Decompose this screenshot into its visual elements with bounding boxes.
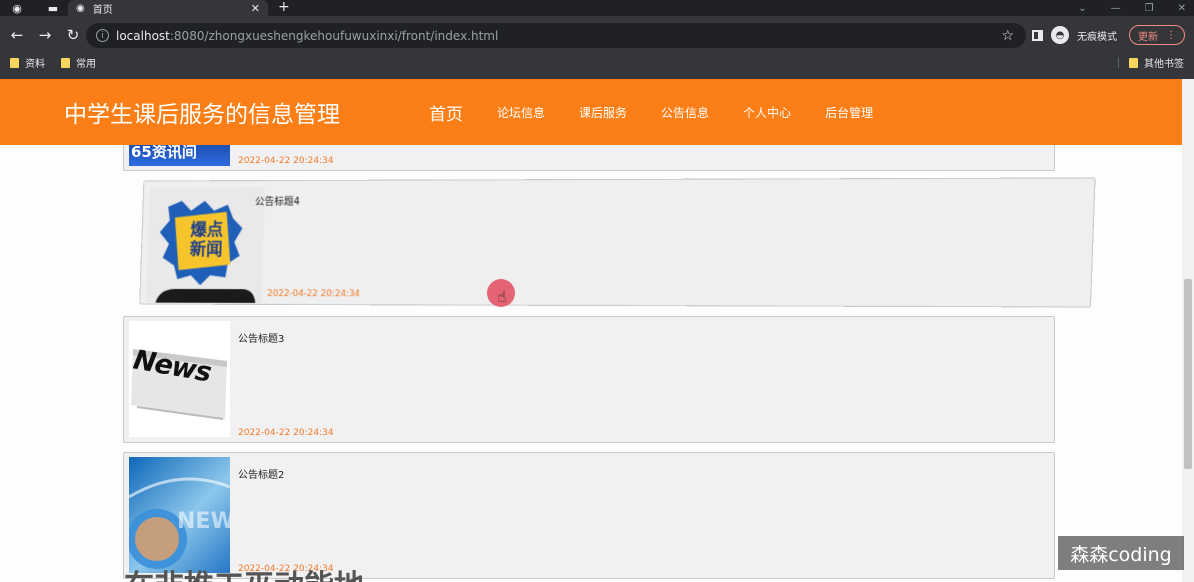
site-header: 中学生课后服务的信息管理 首页 论坛信息 课后服务 公告信息 个人中心 后台管理 (0, 79, 1182, 145)
notice-thumbnail: 爆点新闻 (145, 186, 266, 303)
notice-card[interactable]: NEW 公告标题2 2022-04-22 20:24:34 (123, 452, 1055, 579)
tab-title: 首页 (92, 4, 113, 16)
other-bookmarks[interactable]: 其他书签 (1129, 54, 1184, 71)
thumb-text: 爆点新闻 (189, 220, 224, 260)
incognito-label: 无痕模式 (1077, 31, 1117, 43)
browser-tabbar: ◉ ▬ ◉ 首页 ✕ + ⌄ — ❐ ✕ (0, 0, 1194, 16)
section-heading: 在非推工巫动能地 (124, 572, 364, 582)
main-nav: 首页 论坛信息 课后服务 公告信息 个人中心 后台管理 (412, 79, 890, 145)
thumb-text: NEW (177, 509, 230, 534)
reload-icon[interactable]: ↻ (62, 24, 84, 46)
notice-title: 公告标题3 (238, 334, 285, 345)
back-icon[interactable]: ← (6, 24, 28, 46)
chevron-down-icon[interactable]: ⌄ (1078, 3, 1086, 14)
bookmark-label: 资料 (25, 59, 45, 70)
browser-tab-active[interactable]: ◉ 首页 ✕ (68, 0, 268, 16)
folder-icon (1129, 57, 1138, 68)
tab-close-icon[interactable]: ✕ (251, 2, 260, 15)
window-controls: ⌄ — ❐ ✕ (1078, 0, 1186, 16)
info-icon[interactable]: i (96, 29, 109, 42)
notice-title: 公告标题2 (238, 470, 285, 481)
notice-date: 2022-04-22 20:24:34 (238, 428, 334, 438)
update-button[interactable]: 更新 ⋮ (1129, 25, 1185, 45)
new-tab-button[interactable]: + (278, 0, 290, 16)
url-host: localhost (116, 28, 170, 43)
restore-icon[interactable]: ❐ (1145, 3, 1154, 14)
nav-item-home[interactable]: 首页 (412, 100, 480, 125)
chrome-divider (0, 71, 1194, 79)
update-label: 更新 (1138, 31, 1158, 43)
nav-item-after-school-service[interactable]: 课后服务 (562, 104, 644, 121)
url-path: :8080/zhongxueshengkehoufuwuxinxi/front/… (169, 28, 499, 43)
side-panel-icon[interactable] (1032, 29, 1043, 41)
bookmark-folder[interactable]: 常用 (61, 55, 96, 70)
notice-title: 公告标题4 (254, 196, 300, 208)
globe-icon: ◉ (76, 2, 85, 14)
notice-date: 2022-04-22 20:24:34 (238, 156, 334, 166)
nav-item-forum[interactable]: 论坛信息 (480, 104, 562, 121)
site-title: 中学生课后服务的信息管理 (64, 102, 340, 128)
folder-icon (61, 57, 70, 68)
notice-date: 2022-04-22 20:24:34 (267, 289, 361, 300)
notice-thumbnail: News (129, 321, 230, 437)
close-window-icon[interactable]: ✕ (1178, 3, 1186, 14)
folder-icon (10, 57, 19, 68)
other-bookmarks-label: 其他书签 (1144, 59, 1184, 70)
notice-thumbnail: 65资讯间 (129, 144, 230, 166)
tab-grid-icon[interactable]: ▬ (36, 0, 70, 16)
notice-card[interactable]: News 公告标题3 2022-04-22 20:24:34 (123, 316, 1055, 443)
hand-pointer-icon: ☝ (497, 287, 507, 306)
minimize-icon[interactable]: — (1111, 3, 1121, 14)
star-icon[interactable]: ☆ (1001, 28, 1014, 44)
nav-item-admin[interactable]: 后台管理 (808, 104, 890, 121)
page-scrollbar[interactable] (1182, 79, 1194, 582)
globe-icon[interactable]: ◉ (0, 0, 34, 16)
notice-thumbnail: NEW (129, 457, 230, 573)
forward-icon[interactable]: → (34, 24, 56, 46)
thumb-text: 65资讯间 (131, 144, 197, 161)
address-bar[interactable]: i localhost :8080/zhongxueshengkehoufuwu… (86, 23, 1026, 48)
bookmark-label: 常用 (76, 59, 96, 70)
watermark: 森森coding (1058, 536, 1184, 570)
bookmark-separator (1118, 57, 1119, 68)
bookmarks-bar: 资料 常用 其他书签 (0, 54, 1194, 71)
bookmark-folder[interactable]: 资料 (10, 55, 45, 70)
more-menu-icon: ⋮ (1166, 29, 1176, 41)
nav-item-notices[interactable]: 公告信息 (644, 104, 726, 121)
page-viewport: 65资讯间 2022-04-22 20:24:34 爆点新闻 公告标题4 202… (0, 79, 1194, 582)
incognito-icon[interactable]: ◓ (1051, 26, 1069, 44)
toolbar-right: ◓ 无痕模式 更新 ⋮ (1032, 16, 1185, 54)
scrollbar-thumb[interactable] (1184, 279, 1192, 469)
nav-item-personal-center[interactable]: 个人中心 (726, 104, 808, 121)
notice-card[interactable]: 爆点新闻 公告标题4 2022-04-22 20:24:34 (139, 177, 1096, 308)
